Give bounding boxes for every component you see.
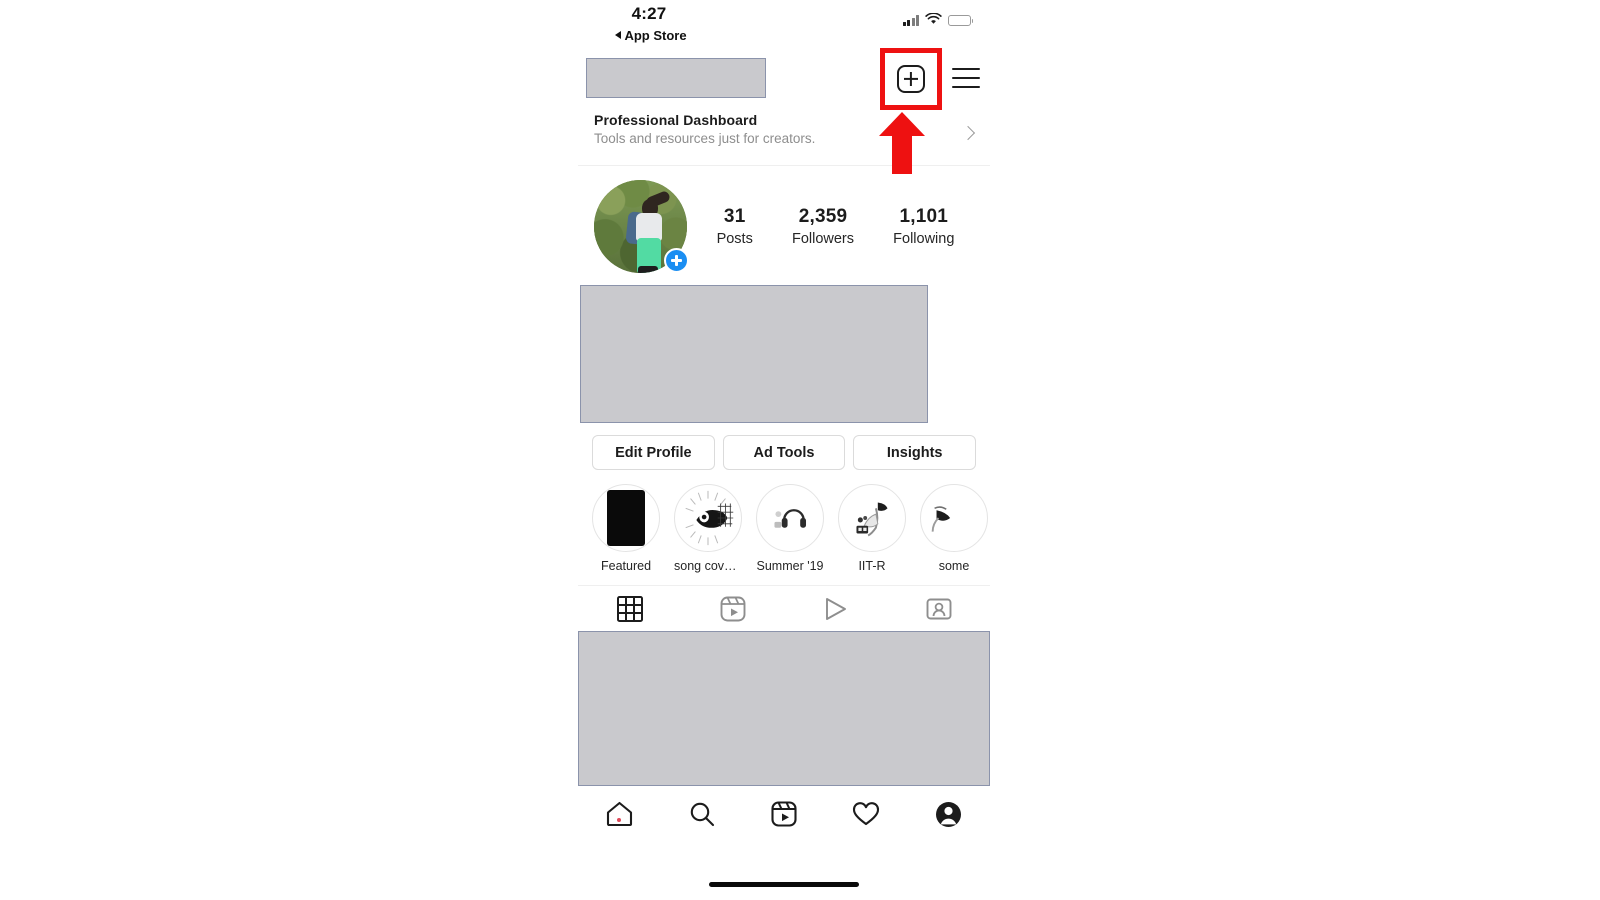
hamburger-menu-icon[interactable] [952,67,980,89]
profile-action-buttons: Edit Profile Ad Tools Insights [578,423,990,470]
stat-following-value: 1,101 [899,206,949,227]
tab-grid[interactable] [578,586,681,631]
nav-activity[interactable] [825,801,907,827]
search-icon [690,802,714,827]
triangle-left-icon [615,31,622,39]
heart-icon [853,802,880,826]
cellular-signal-icon [902,15,919,26]
insights-button[interactable]: Insights [853,435,977,470]
avatar-wrapper[interactable] [594,180,689,273]
story-highlights-row[interactable]: Featured song cover... Summer '19 IIT-R … [578,470,990,573]
summer-19-highlight-cover[interactable] [756,484,824,552]
stat-posts[interactable]: 31 Posts [717,206,753,247]
tab-tagged[interactable] [887,586,990,631]
top-navigation-bar [578,48,990,110]
username-redaction-box [586,58,766,98]
nav-search[interactable] [660,801,742,827]
posts-grid-redaction-box [578,631,990,786]
song-cover-highlight-cover[interactable] [674,484,742,552]
status-bar-time: 4:27 [631,4,667,23]
stat-followers-value: 2,359 [798,206,848,227]
stat-followers[interactable]: 2,359 Followers [792,206,854,247]
profile-content-tabs [578,585,990,631]
tagged-person-icon [926,598,951,619]
stat-posts-label: Posts [716,231,753,247]
profile-header: 31 Posts 2,359 Followers 1,101 Following [578,166,990,281]
stat-posts-value: 31 [723,206,746,227]
back-to-app-store-link[interactable]: App Store [586,28,716,43]
status-bar: 4:27 App Store [578,0,990,50]
nav-home[interactable] [578,801,660,827]
iit-r-highlight-cover[interactable] [838,484,906,552]
iit-r-art [856,502,888,537]
home-indicator [709,882,859,887]
grid-icon [616,595,643,622]
plus-square-icon[interactable] [897,65,925,93]
wifi-icon [925,13,942,24]
nav-reels[interactable] [743,801,825,827]
red-arrow-up-icon [879,112,925,174]
headphones-art [774,509,807,528]
tab-igtv[interactable] [784,586,887,631]
highlight-song-cover[interactable]: song cover... [674,484,742,573]
reels-icon [771,801,797,827]
play-triangle-icon [825,597,846,620]
status-bar-icons [902,13,974,26]
back-label: App Store [624,28,687,43]
highlight-iit-r[interactable]: IIT-R [838,484,906,573]
highlight-label: Summer '19 [756,559,824,573]
reels-icon [720,596,745,621]
home-notification-dot [617,818,622,822]
some-highlight-cover[interactable] [920,484,988,552]
professional-dashboard-row[interactable]: Professional Dashboard Tools and resourc… [578,106,990,166]
highlight-summer-19[interactable]: Summer '19 [756,484,824,573]
profile-person-icon [936,801,962,827]
battery-icon [948,14,974,26]
new-post-highlight-annotation [880,48,942,110]
some-highlight-art [931,506,951,532]
bottom-navigation-bar [578,786,990,842]
highlight-label: Featured [600,559,652,573]
song-cover-art [685,490,734,546]
tab-reels[interactable] [681,586,784,631]
phone-screen: 4:27 App Store Professional Dashboard To… [578,0,990,900]
highlight-label: IIT-R [858,559,886,573]
highlight-featured[interactable]: Featured [592,484,660,573]
stat-followers-label: Followers [791,231,855,247]
edit-profile-button[interactable]: Edit Profile [592,435,715,470]
featured-cover-art [607,490,645,546]
profile-stats: 31 Posts 2,359 Followers 1,101 Following [687,206,974,247]
highlight-label: song cover... [674,559,742,573]
avatar-person-shoe [637,265,658,273]
highlight-label: some [938,559,970,573]
featured-highlight-cover[interactable] [592,484,660,552]
home-icon [606,801,632,827]
nav-profile[interactable] [908,801,990,828]
stat-following[interactable]: 1,101 Following [893,206,954,247]
stat-following-label: Following [893,231,955,247]
ad-tools-button[interactable]: Ad Tools [722,435,846,470]
plus-circle-icon[interactable] [664,248,689,273]
top-nav-actions [880,48,980,110]
highlight-some[interactable]: some [920,484,988,573]
bio-redaction-box [580,285,928,423]
